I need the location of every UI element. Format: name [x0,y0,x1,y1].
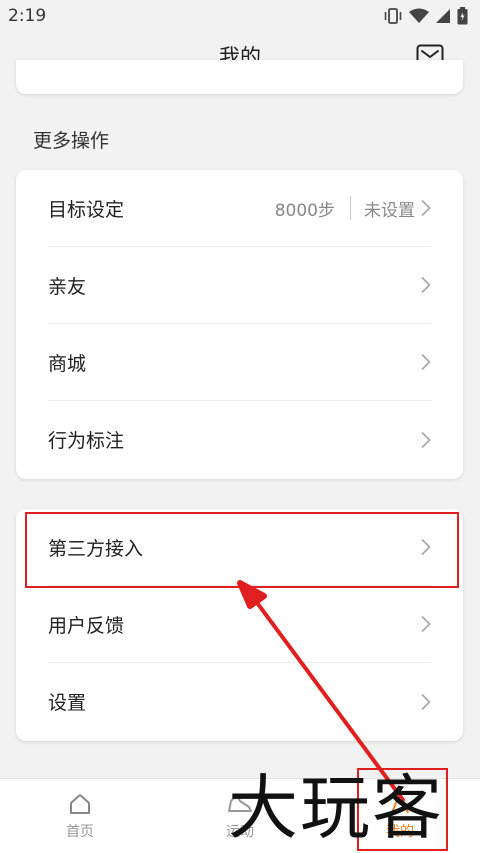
annotation-arrow [237,580,405,802]
watermark-logo: 大玩客 [228,767,444,849]
